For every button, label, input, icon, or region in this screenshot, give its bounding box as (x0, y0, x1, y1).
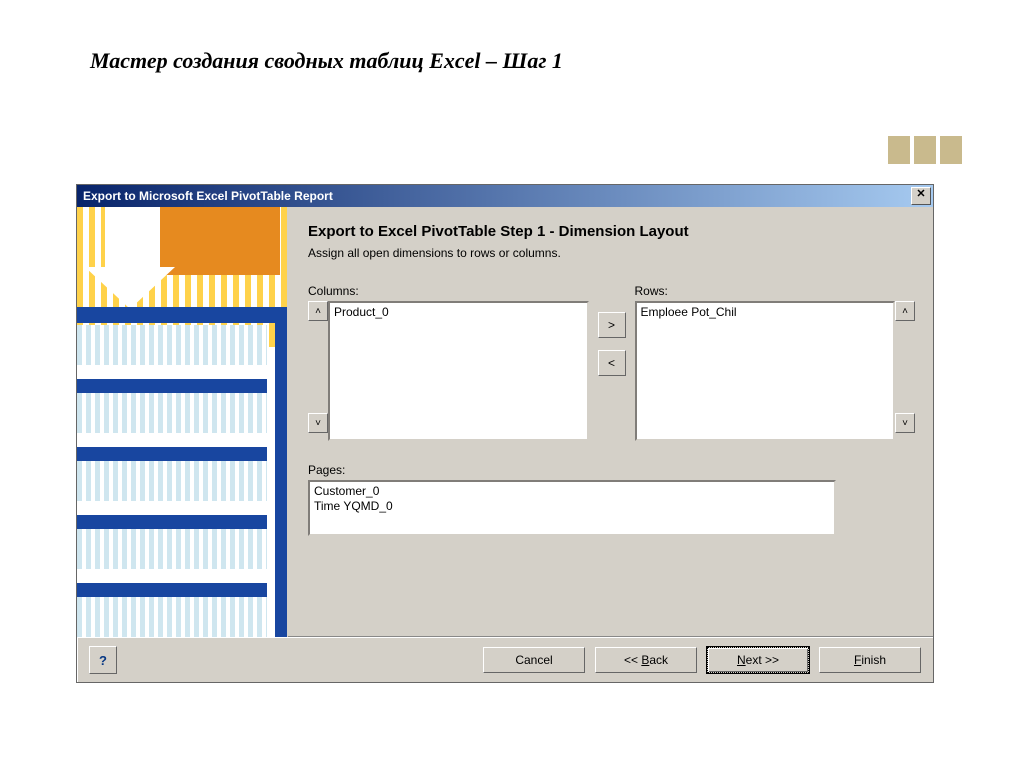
rows-listbox[interactable]: Emploee Pot_Chil (635, 301, 896, 441)
rows-group: Rows: Emploee Pot_Chil ˄ ˅ (635, 284, 916, 441)
columns-listbox[interactable]: Product_0 (328, 301, 589, 441)
button-bar: ? Cancel << Back Next >> Finish (77, 637, 933, 682)
list-item[interactable]: Customer_0 (314, 484, 830, 499)
scroll-up-icon[interactable]: ˄ (895, 301, 915, 321)
back-button[interactable]: << Back (595, 647, 697, 673)
columns-label: Columns: (308, 284, 589, 298)
rows-scroll-right: ˄ ˅ (895, 301, 915, 433)
move-buttons: > < (597, 312, 627, 376)
dialog-title: Export to Microsoft Excel PivotTable Rep… (83, 189, 333, 203)
step-title: Export to Excel PivotTable Step 1 - Dime… (308, 223, 915, 240)
cancel-button[interactable]: Cancel (483, 647, 585, 673)
wizard-dialog: Export to Microsoft Excel PivotTable Rep… (76, 184, 934, 683)
move-right-button[interactable]: > (598, 312, 626, 338)
close-button[interactable]: ✕ (911, 187, 931, 205)
columns-group: Columns: ˄ ˅ Product_0 (308, 284, 589, 441)
scroll-up-icon[interactable]: ˄ (308, 301, 328, 321)
wizard-graphic (77, 207, 288, 637)
rows-label: Rows: (635, 284, 916, 298)
decorative-bars (888, 136, 962, 164)
help-icon: ? (99, 653, 107, 668)
pages-label: Pages: (308, 463, 915, 477)
help-button[interactable]: ? (89, 646, 117, 674)
titlebar: Export to Microsoft Excel PivotTable Rep… (77, 185, 933, 207)
columns-scroll-left: ˄ ˅ (308, 301, 328, 433)
finish-button[interactable]: Finish (819, 647, 921, 673)
pages-group: Pages: Customer_0 Time YQMD_0 (308, 463, 915, 536)
move-left-button[interactable]: < (598, 350, 626, 376)
page-title: Мастер создания сводных таблиц Excel – Ш… (90, 48, 563, 74)
pages-listbox[interactable]: Customer_0 Time YQMD_0 (308, 480, 836, 536)
list-item[interactable]: Time YQMD_0 (314, 499, 830, 514)
scroll-down-icon[interactable]: ˅ (308, 413, 328, 433)
list-item[interactable]: Product_0 (334, 305, 583, 320)
scroll-down-icon[interactable]: ˅ (895, 413, 915, 433)
step-description: Assign all open dimensions to rows or co… (308, 246, 915, 260)
wizard-main: Export to Excel PivotTable Step 1 - Dime… (288, 207, 933, 637)
list-item[interactable]: Emploee Pot_Chil (641, 305, 890, 320)
next-button[interactable]: Next >> (707, 647, 809, 673)
